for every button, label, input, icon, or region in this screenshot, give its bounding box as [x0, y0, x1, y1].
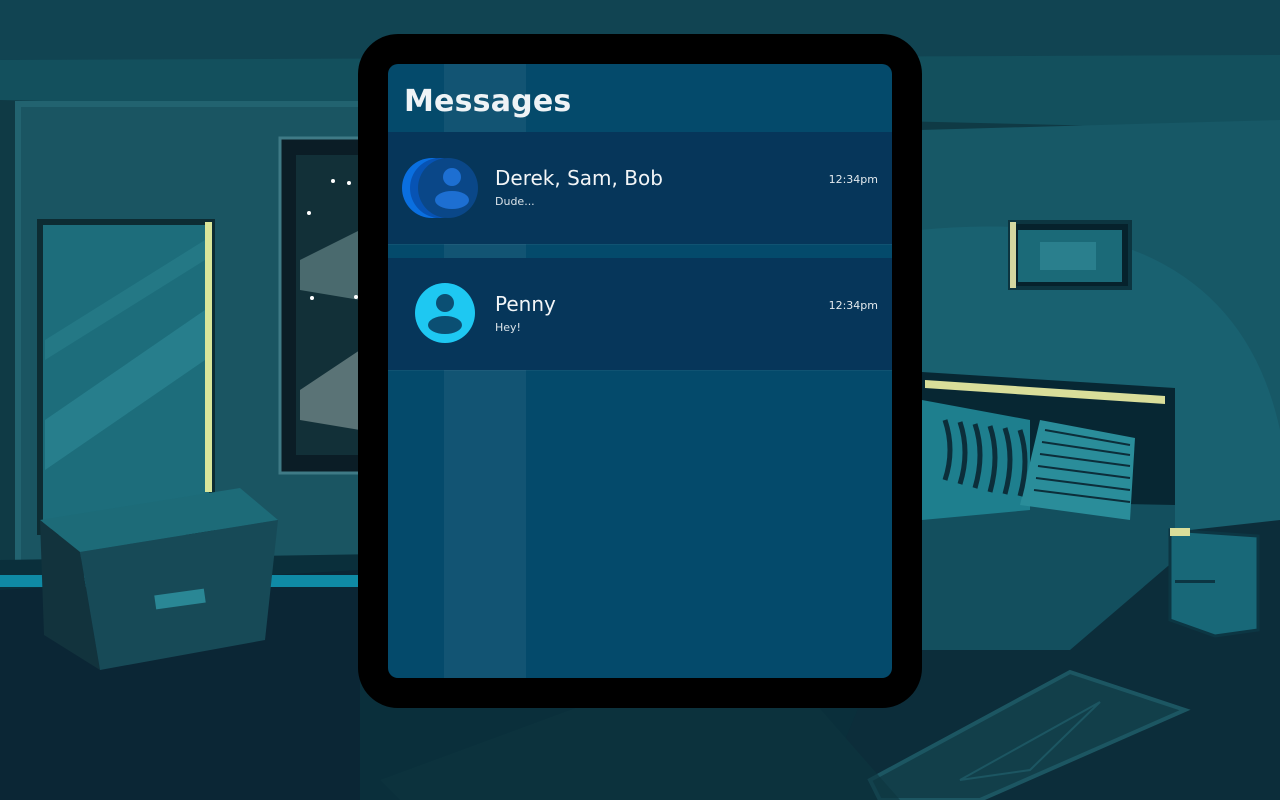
message-time: 12:34pm — [828, 173, 878, 186]
divider — [388, 244, 892, 245]
messages-screen: Messages Derek, Sam, Bob Dude... 12:34pm… — [388, 64, 892, 678]
message-time: 12:34pm — [828, 299, 878, 312]
conversation-name: Derek, Sam, Bob — [495, 166, 663, 190]
divider — [388, 370, 892, 371]
tablet-device: Messages Derek, Sam, Bob Dude... 12:34pm… — [358, 34, 922, 708]
group-avatar-icon — [402, 158, 478, 218]
message-preview: Dude... — [495, 195, 535, 208]
conversation-name: Penny — [495, 292, 556, 316]
conversation-item[interactable]: Derek, Sam, Bob Dude... 12:34pm — [388, 132, 892, 245]
conversation-item[interactable]: Penny Hey! 12:34pm — [388, 258, 892, 371]
user-avatar-icon — [415, 283, 475, 343]
message-preview: Hey! — [495, 321, 521, 334]
page-title: Messages — [404, 84, 572, 119]
